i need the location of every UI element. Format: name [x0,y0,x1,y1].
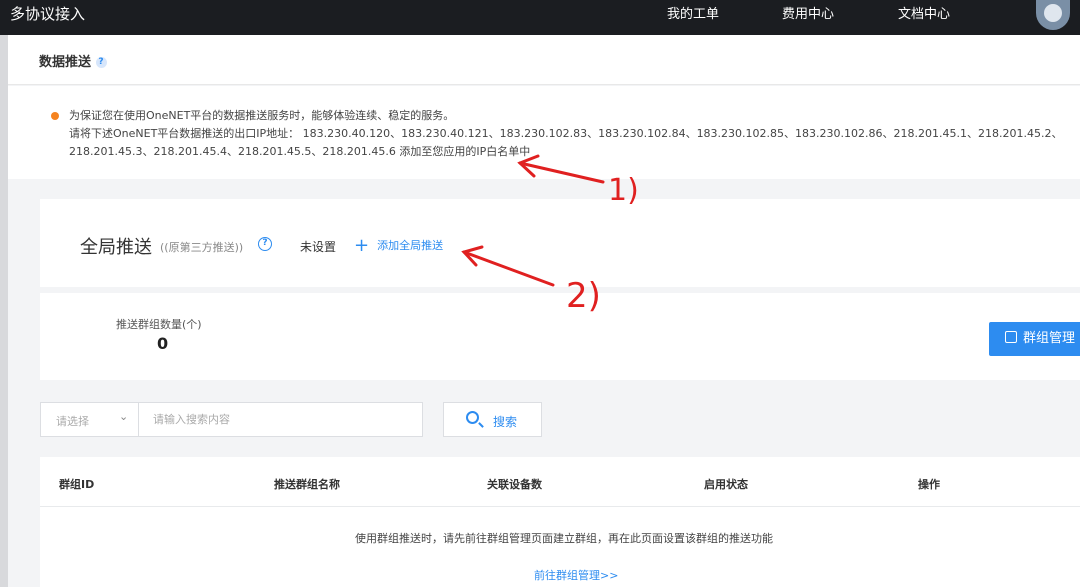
search-type-select[interactable]: 请选择 ⌄ [40,402,139,437]
empty-state-text: 使用群组推送时，请先前往群组管理页面建立群组，再在此页面设置该群组的推送功能 [355,532,773,545]
col-group-id: 群组ID [59,478,95,491]
avatar[interactable] [1036,0,1070,30]
notice-dot-icon [51,112,59,120]
notice-line-2: 请将下述OneNET平台数据推送的出口IP地址： 183.230.40.120、… [69,127,1063,140]
group-count-value: 0 [157,334,169,353]
global-push-title: 全局推送 [80,237,152,258]
search-input-wrap [139,402,423,437]
col-group-name: 推送群组名称 [274,478,340,491]
col-actions: 操作 [918,478,940,491]
top-bar: 多协议接入 我的工单 费用中心 文档中心 [0,0,1080,35]
search-button[interactable]: 搜索 [443,402,542,437]
search-input[interactable] [153,413,403,426]
ip-notice: 为保证您在使用OneNET平台的数据推送服务时，能够体验连续、稳定的服务。 请将… [8,86,1080,179]
goto-group-manage-link[interactable]: 前往群组管理>> [534,567,618,583]
col-status: 启用状态 [704,478,748,491]
global-push-status: 未设置 [300,240,337,254]
add-global-push-label: 添加全局推送 [377,239,444,252]
global-push-subtitle: ((原第三方推送)) [160,241,244,254]
col-device-count: 关联设备数 [487,478,542,491]
search-button-label: 搜索 [493,415,518,429]
group-table: 群组ID 推送群组名称 关联设备数 启用状态 操作 使用群组推送时，请先前往群组… [40,457,1080,587]
group-stats-card: 推送群组数量(个) 0 群组管理 [40,293,1080,380]
group-manage-button[interactable]: 群组管理 [989,322,1080,356]
notice-line-1: 为保证您在使用OneNET平台的数据推送服务时，能够体验连续、稳定的服务。 [69,109,455,122]
group-icon [1005,331,1017,343]
search-icon [466,411,479,424]
nav-my-tickets[interactable]: 我的工单 [667,3,719,22]
group-count-label: 推送群组数量(个) [116,318,202,331]
nav-billing-center[interactable]: 费用中心 [782,3,834,22]
sidebar-edge [0,35,8,587]
global-push-help-icon[interactable]: ? [258,237,272,251]
app-title: 多协议接入 [10,5,86,23]
chevron-down-icon: ⌄ [119,410,129,423]
plus-icon: + [354,235,370,256]
help-icon[interactable]: ? [95,57,107,68]
select-placeholder: 请选择 [56,415,89,428]
page-title: 数据推送 [39,55,92,70]
notice-line-3: 218.201.45.3、218.201.45.4、218.201.45.5、2… [69,145,531,158]
table-header: 群组ID 推送群组名称 关联设备数 启用状态 操作 [40,457,1080,507]
page-header: 数据推送 ? [8,35,1080,85]
add-global-push-button[interactable]: + 添加全局推送 [354,235,443,256]
nav-docs-center[interactable]: 文档中心 [898,3,950,22]
group-manage-label: 群组管理 [1023,331,1076,346]
page-title-wrap: 数据推送 ? [39,51,107,70]
global-push-card: 全局推送 ((原第三方推送)) ? 未设置 + 添加全局推送 [40,199,1080,287]
